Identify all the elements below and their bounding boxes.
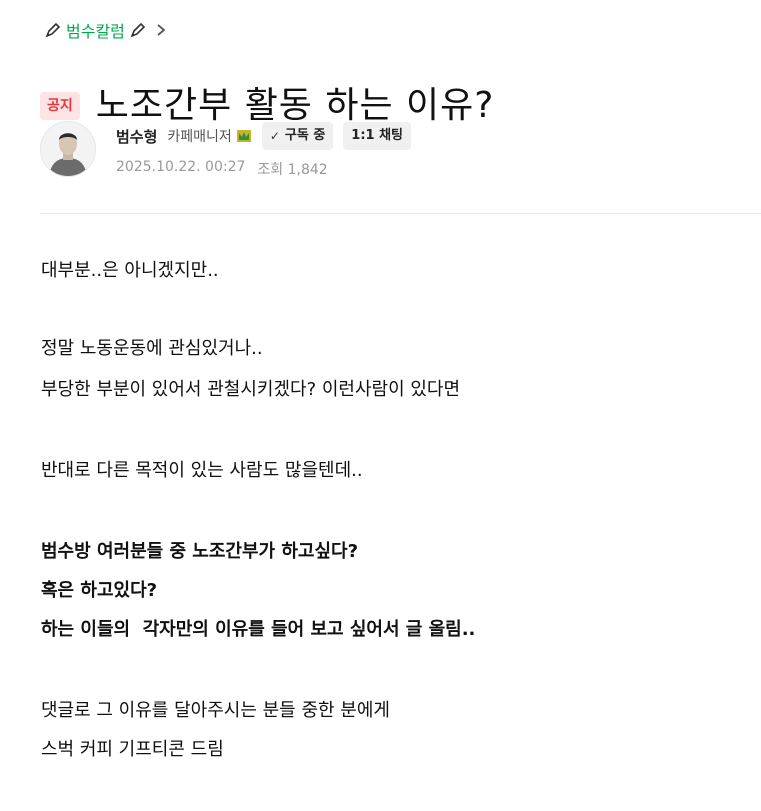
board-link[interactable]: 범수칼럼 xyxy=(42,17,171,43)
divider xyxy=(40,213,761,214)
board-name: 범수칼럼 xyxy=(66,22,125,41)
paragraph-bold: 혹은 하고있다? xyxy=(41,580,158,601)
paragraph: 스벅 커피 기프티콘 드림 xyxy=(41,739,224,760)
chat-button[interactable]: 1:1 채팅 xyxy=(343,122,412,150)
author-name[interactable]: 범수형 xyxy=(116,126,157,147)
subscribe-button[interactable]: ✓ 구독 중 xyxy=(261,122,334,150)
post-date: 2025.10.22. 00:27 xyxy=(116,159,246,175)
chevron-right-icon xyxy=(155,22,171,38)
paragraph: 댓글로 그 이유를 달아주시는 분들 중한 분에게 xyxy=(41,700,390,721)
post-body: 대부분..은 아니겠지만.. 정말 노동운동에 관심있거나.. 부당한 부분이 … xyxy=(41,254,741,767)
paragraph: 정말 노동운동에 관심있거나.. xyxy=(41,338,263,359)
paragraph: 대부분..은 아니겠지만.. xyxy=(41,260,219,281)
pencil-icon xyxy=(42,19,64,41)
paragraph-bold: 범수방 여러분들 중 노조간부가 하고싶다? xyxy=(41,541,359,562)
author-role: 카페매니저 xyxy=(167,129,232,145)
author-info: 범수형 카페매니저 ✓ 구독 중 1:1 채팅 2025.10.22. 00:2… xyxy=(116,121,412,179)
avatar[interactable] xyxy=(40,121,96,177)
author-row: 범수형 카페매니저 ✓ 구독 중 1:1 채팅 2025.10.22. 00:2… xyxy=(40,121,412,179)
check-icon: ✓ xyxy=(269,129,280,143)
paragraph-bold: 하는 이들의 각자만의 이유를 들어 보고 싶어서 글 올림.. xyxy=(41,619,476,640)
paragraph: 반대로 다른 목적이 있는 사람도 많을텐데.. xyxy=(41,460,363,481)
chat-label: 1:1 채팅 xyxy=(351,128,404,143)
paragraph: 부당한 부분이 있어서 관철시키겠다? 이런사람이 있다면 xyxy=(41,379,461,400)
pencil-icon xyxy=(127,19,149,41)
view-count: 조회 1,842 xyxy=(257,162,328,178)
notice-badge: 공지 xyxy=(40,92,80,121)
manager-badge-icon xyxy=(236,129,252,143)
subscribe-label: 구독 중 xyxy=(284,128,326,143)
